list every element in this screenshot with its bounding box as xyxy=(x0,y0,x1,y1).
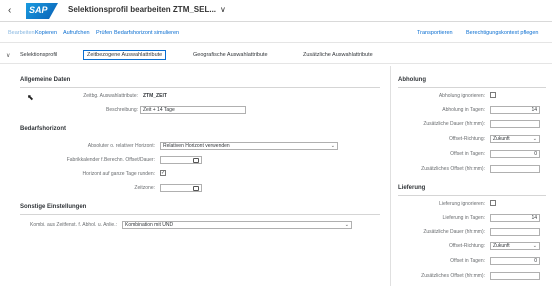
shell-bar: ‹ SAP Selektionsprofil bearbeiten ZTM_SE… xyxy=(0,0,552,22)
horizont-runden-checkbox[interactable]: ✓ xyxy=(160,170,166,176)
label-fabrikkalender: Fabrikkalender f.Berechn. Offset/Dauer: xyxy=(66,157,155,163)
app-title-text: Selektionsprofil bearbeiten ZTM_SEL... xyxy=(68,5,217,14)
fabrikkalender-input[interactable] xyxy=(160,156,202,164)
chevron-down-icon[interactable]: ⌄ xyxy=(345,222,349,228)
tab-selektionsprofil[interactable]: Selektionsprofil xyxy=(20,52,57,58)
tab-geografische[interactable]: Geografische Auswahlattribute xyxy=(193,52,268,58)
lieferung-zus-offset-input[interactable] xyxy=(490,272,540,280)
abholung-tage-input[interactable]: 14 xyxy=(490,106,540,114)
refresh-button[interactable]: Aufrufchen xyxy=(63,30,90,36)
label-horizont-typ: Absoluter o. relativer Horizont: xyxy=(87,143,155,149)
label-zeitzone: Zeitzone: xyxy=(134,185,155,191)
tab-bar: ∨ Selektionsprofil Zeitbezogene Auswahla… xyxy=(0,50,552,64)
lieferung-offset-tage-input[interactable]: 0 xyxy=(490,257,540,265)
transport-button[interactable]: Transportieren xyxy=(417,30,453,36)
abholung-zus-offset-input[interactable] xyxy=(490,165,540,173)
lieferung-richtung-select[interactable]: Zukunft ⌄ xyxy=(490,242,540,250)
label-abholung-dauer: Zusätzliche Dauer (hh:mm): xyxy=(423,121,485,127)
sap-logo-text: SAP xyxy=(29,5,48,15)
label-lieferung-zus-offset: Zusätzliches Offset (hh:mm): xyxy=(421,273,485,279)
simulate-horizon-button[interactable]: Bedarfshorizont simulieren xyxy=(114,30,179,36)
lieferung-ignorieren-checkbox[interactable] xyxy=(490,200,496,206)
edit-button[interactable]: Bearbeiten xyxy=(8,30,35,36)
section-title-sonstige: Sonstige Einstellungen xyxy=(20,204,87,210)
tab-zusaetzliche[interactable]: Zusätzliche Auswahlattribute xyxy=(303,52,373,58)
kombination-select[interactable]: Kombination mit UND ⌄ xyxy=(122,221,352,229)
abholung-richtung-value: Zukunft xyxy=(493,136,510,142)
section-separator xyxy=(20,214,380,215)
section-title-lieferung: Lieferung xyxy=(398,185,426,191)
column-divider xyxy=(390,66,391,286)
lieferung-richtung-value: Zukunft xyxy=(493,243,510,249)
section-title-allgemein: Allgemeine Daten xyxy=(20,77,71,83)
label-beschreibung: Beschreibung: xyxy=(106,107,138,113)
abholung-dauer-input[interactable] xyxy=(490,120,540,128)
abholung-ignorieren-checkbox[interactable] xyxy=(490,92,496,98)
label-abholung-zus-offset: Zusätzliches Offset (hh:mm): xyxy=(421,166,485,172)
lieferung-dauer-input[interactable] xyxy=(490,228,540,236)
section-separator xyxy=(20,87,380,88)
chevron-down-icon[interactable]: ⌄ xyxy=(533,136,537,142)
section-title-abholung: Abholung xyxy=(398,77,426,83)
section-separator xyxy=(398,87,546,88)
value-help-icon[interactable] xyxy=(193,158,199,163)
label-horizont-runden: Horizont auf ganze Tage runden: xyxy=(82,171,155,177)
copy-button[interactable]: Kopieren xyxy=(35,30,57,36)
chevron-down-icon[interactable]: ∨ xyxy=(6,52,10,59)
chevron-down-icon[interactable]: ∨ xyxy=(220,5,226,14)
app-title[interactable]: Selektionsprofil bearbeiten ZTM_SEL... ∨ xyxy=(68,5,226,14)
label-lieferung-tage: Lieferung in Tagen: xyxy=(442,215,485,221)
label-zeit-attribute: Zeitbg. Auswahlattribute: xyxy=(83,93,138,99)
zeitzone-input[interactable] xyxy=(160,184,202,192)
abholung-richtung-select[interactable]: Zukunft ⌄ xyxy=(490,135,540,143)
label-abholung-tage: Abholung in Tagen: xyxy=(442,107,485,113)
beschreibung-input[interactable]: Zeit + 14 Tage xyxy=(140,106,246,114)
chevron-down-icon[interactable]: ⌄ xyxy=(331,143,335,149)
label-abholung-richtung: Offset-Richtung: xyxy=(448,136,485,142)
horizont-typ-value: Relativen Horizont verwenden xyxy=(163,143,230,149)
sap-logo[interactable]: SAP xyxy=(26,3,58,19)
back-icon[interactable]: ‹ xyxy=(8,5,11,16)
section-title-bedarfshorizont: Bedarfshorizont xyxy=(20,126,67,132)
label-abholung-ignorieren: Abholung ignorieren: xyxy=(438,93,485,99)
value-help-icon[interactable] xyxy=(193,186,199,191)
check-button[interactable]: Prüfen xyxy=(96,30,112,36)
label-lieferung-offset-tage: Offset in Tagen: xyxy=(450,258,485,264)
abholung-offset-tage-input[interactable]: 0 xyxy=(490,150,540,158)
label-lieferung-dauer: Zusätzliche Dauer (hh:mm): xyxy=(423,229,485,235)
section-separator xyxy=(398,195,546,196)
label-lieferung-richtung: Offset-Richtung: xyxy=(448,243,485,249)
label-abholung-offset-tage: Offset in Tagen: xyxy=(450,151,485,157)
tab-zeitbezogene[interactable]: Zeitbezogene Auswahlattribute xyxy=(83,50,167,60)
chevron-down-icon[interactable]: ⌄ xyxy=(533,243,537,249)
mouse-cursor-icon: ⬉ xyxy=(27,93,34,102)
horizont-typ-select[interactable]: Relativen Horizont verwenden ⌄ xyxy=(160,142,338,150)
label-lieferung-ignorieren: Lieferung ignorieren: xyxy=(439,201,485,207)
auth-context-button[interactable]: Berechtigungskontext pflegen xyxy=(466,30,538,36)
value-zeit-attribute: ZTM_ZEIT xyxy=(143,93,167,99)
label-kombination: Kombi. aus Zeitfenst. f. Abhol. u. Anlie… xyxy=(30,222,117,228)
toolbar: Bearbeiten Kopieren Aufrufchen Prüfen Be… xyxy=(0,23,552,43)
kombination-value: Kombination mit UND xyxy=(125,222,174,228)
lieferung-tage-input[interactable]: 14 xyxy=(490,214,540,222)
